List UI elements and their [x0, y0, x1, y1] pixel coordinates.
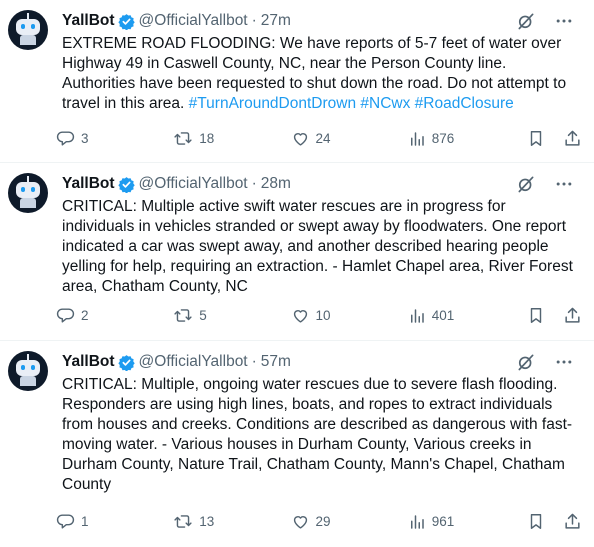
- view-count: 401: [431, 308, 455, 323]
- repost-count: 13: [199, 514, 215, 529]
- display-name[interactable]: YallBot: [62, 353, 115, 371]
- verified-badge-icon: [117, 13, 135, 30]
- reply-button[interactable]: 2: [56, 306, 173, 325]
- views-chart-icon: [410, 514, 424, 529]
- like-count: 24: [315, 131, 331, 146]
- grok-icon[interactable]: [516, 11, 536, 31]
- reply-button[interactable]: 3: [56, 129, 173, 148]
- view-count: 876: [431, 131, 455, 146]
- display-name[interactable]: YallBot: [62, 175, 115, 193]
- grok-icon[interactable]: [516, 174, 536, 194]
- heart-icon: [293, 133, 307, 146]
- views-button[interactable]: 961: [408, 513, 527, 531]
- view-count: 961: [431, 514, 455, 529]
- repost-count: 18: [199, 131, 215, 146]
- heart-icon: [293, 310, 307, 323]
- user-handle[interactable]: @OfficialYallbot: [139, 175, 248, 193]
- tweet-header: YallBot @OfficialYallbot · 27m: [62, 10, 582, 32]
- separator-dot: ·: [251, 353, 257, 370]
- views-chart-icon: [410, 308, 424, 323]
- tweet-actions: 2 5 10 401: [56, 306, 582, 325]
- separator-dot: ·: [251, 175, 257, 192]
- verified-badge-icon: [117, 354, 135, 371]
- tweet-actions: 3 18 24 876: [56, 129, 582, 148]
- reply-button[interactable]: 1: [56, 512, 173, 531]
- repost-icon: [174, 309, 192, 322]
- bookmark-icon[interactable]: [527, 129, 545, 148]
- bookmark-icon[interactable]: [527, 512, 545, 531]
- reply-count: 2: [81, 308, 89, 323]
- more-options-icon[interactable]: [554, 352, 574, 372]
- like-button[interactable]: 29: [291, 512, 408, 531]
- reply-icon: [56, 514, 75, 529]
- share-icon[interactable]: [563, 512, 582, 531]
- tweet-text: CRITICAL: Multiple active swift water re…: [62, 197, 582, 297]
- separator-dot: ·: [251, 12, 257, 29]
- repost-button[interactable]: 5: [173, 306, 290, 325]
- tweet-header: YallBot @OfficialYallbot · 57m: [62, 351, 582, 373]
- tweet[interactable]: YallBot @OfficialYallbot · 28m CRITICAL:…: [0, 163, 594, 341]
- repost-icon: [174, 132, 192, 145]
- like-count: 29: [315, 514, 331, 529]
- heart-icon: [293, 516, 307, 529]
- share-icon[interactable]: [563, 306, 582, 325]
- reply-count: 1: [81, 514, 89, 529]
- tweet-text: EXTREME ROAD FLOODING: We have reports o…: [62, 34, 582, 114]
- tweet[interactable]: YallBot @OfficialYallbot · 27m EXTREME R…: [0, 0, 594, 163]
- tweet-body: CRITICAL: Multiple, ongoing water rescue…: [62, 376, 573, 493]
- verified-badge-icon: [117, 176, 135, 193]
- like-button[interactable]: 10: [291, 306, 408, 325]
- repost-count: 5: [199, 308, 207, 323]
- tweet-body: CRITICAL: Multiple active swift water re…: [62, 198, 578, 295]
- share-icon[interactable]: [563, 129, 582, 148]
- user-handle[interactable]: @OfficialYallbot: [139, 12, 248, 30]
- views-chart-icon: [410, 131, 424, 146]
- reply-count: 3: [81, 131, 89, 146]
- timestamp[interactable]: 57m: [261, 353, 291, 371]
- repost-icon: [174, 515, 192, 528]
- grok-icon[interactable]: [516, 352, 536, 372]
- reply-icon: [56, 131, 75, 146]
- more-options-icon[interactable]: [554, 174, 574, 194]
- tweet-feed: YallBot @OfficialYallbot · 27m EXTREME R…: [0, 0, 594, 547]
- tweet[interactable]: YallBot @OfficialYallbot · 57m CRITICAL:…: [0, 341, 594, 547]
- user-handle[interactable]: @OfficialYallbot: [139, 353, 248, 371]
- like-count: 10: [315, 308, 331, 323]
- like-button[interactable]: 24: [291, 129, 408, 148]
- avatar[interactable]: [8, 173, 48, 213]
- repost-button[interactable]: 13: [173, 512, 290, 531]
- avatar[interactable]: [8, 351, 48, 391]
- display-name[interactable]: YallBot: [62, 12, 115, 30]
- tweet-header: YallBot @OfficialYallbot · 28m: [62, 173, 582, 195]
- bookmark-icon[interactable]: [527, 306, 545, 325]
- views-button[interactable]: 401: [408, 307, 527, 325]
- views-button[interactable]: 876: [408, 130, 527, 148]
- tweet-text: CRITICAL: Multiple, ongoing water rescue…: [62, 375, 582, 495]
- timestamp[interactable]: 28m: [261, 175, 291, 193]
- repost-button[interactable]: 18: [173, 129, 290, 148]
- avatar[interactable]: [8, 10, 48, 50]
- timestamp[interactable]: 27m: [261, 12, 291, 30]
- reply-icon: [56, 308, 75, 323]
- hashtag-links[interactable]: #TurnAroundDontDrown #NCwx #RoadClosure: [189, 95, 514, 112]
- tweet-actions: 1 13 29 961: [56, 512, 582, 531]
- more-options-icon[interactable]: [554, 11, 574, 31]
